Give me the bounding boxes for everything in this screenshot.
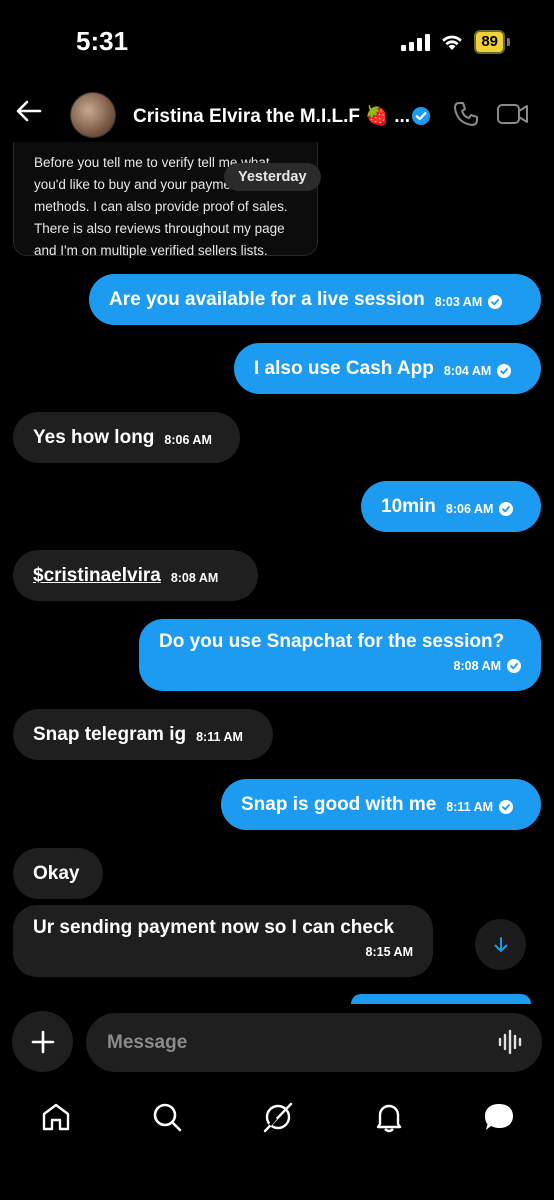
back-arrow-icon[interactable] <box>14 96 44 126</box>
cashtag-link[interactable]: $cristinaelvira <box>33 565 161 587</box>
message-text: Do you use Snapchat for the session? <box>159 631 505 652</box>
messages-icon[interactable] <box>482 1100 516 1134</box>
read-check-icon <box>507 659 521 673</box>
message-text: Snap telegram ig <box>33 723 187 745</box>
message-time: 8:06 AM <box>164 433 212 447</box>
bottom-nav <box>0 1090 554 1146</box>
message-incoming[interactable]: Yes how long 8:06 AM <box>13 412 240 463</box>
plus-icon <box>31 1030 54 1053</box>
status-icons: 89 <box>401 30 510 54</box>
home-icon[interactable] <box>39 1100 73 1134</box>
message-time: 8:08 AM <box>170 571 219 585</box>
read-check-icon <box>488 295 503 309</box>
search-icon[interactable] <box>150 1100 184 1134</box>
message-incoming[interactable]: Okay <box>13 848 103 899</box>
message-text: 10min <box>381 495 436 517</box>
older-message-line: and I'm on multiple verified sellers lis… <box>34 243 268 258</box>
grok-icon[interactable] <box>261 1100 295 1134</box>
read-check-icon <box>499 502 514 516</box>
message-incoming[interactable]: Ur sending payment now so I can check 8:… <box>13 905 433 977</box>
message-outgoing[interactable]: Snap is good with me 8:11 AM <box>221 779 541 830</box>
message-text: Are you available for a live session <box>109 288 425 310</box>
contact-name[interactable]: Cristina Elvira the M.I.L.F 🍓 ... <box>133 104 410 128</box>
message-outgoing[interactable]: Are you available for a live session 8:0… <box>89 274 541 325</box>
chat-header: Cristina Elvira the M.I.L.F 🍓 ... <box>0 82 554 146</box>
older-message-line: methods. I can also provide proof of sal… <box>34 199 288 214</box>
older-message-line: There is also reviews throughout my page <box>34 221 285 236</box>
message-input[interactable] <box>86 1013 542 1072</box>
signal-icon <box>401 33 431 51</box>
message-incoming[interactable]: $cristinaelvira 8:08 AM <box>13 550 258 601</box>
battery-icon: 89 <box>474 30 510 54</box>
wifi-icon <box>442 35 463 50</box>
arrow-down-icon <box>494 936 507 952</box>
message-time: 8:11 AM <box>446 800 494 814</box>
read-check-icon <box>497 364 512 378</box>
read-check-icon <box>499 800 514 814</box>
date-separator: Yesterday <box>224 163 321 191</box>
older-message-bubble: Before you tell me to verify tell me wha… <box>13 142 318 258</box>
message-outgoing[interactable]: I also use Cash App 8:04 AM <box>234 343 541 394</box>
notifications-icon[interactable] <box>372 1100 406 1134</box>
message-text: I also use Cash App <box>254 357 434 379</box>
verified-badge-icon <box>412 107 430 125</box>
message-text: Okay <box>33 862 80 884</box>
video-call-icon[interactable] <box>496 100 530 128</box>
message-time: 8:11 AM <box>196 730 243 744</box>
avatar[interactable] <box>70 92 116 138</box>
message-time: 8:06 AM <box>445 502 494 516</box>
status-bar: 5:31 89 <box>0 0 554 80</box>
message-time: 8:08 AM <box>453 659 501 673</box>
message-text: Ur sending payment now so I can check <box>33 917 395 938</box>
message-outgoing[interactable]: Do you use Snapchat for the session? 8:0… <box>139 619 541 691</box>
message-outgoing-partial <box>351 994 531 1004</box>
message-text: Snap is good with me <box>241 793 437 815</box>
message-outgoing[interactable]: 10min 8:06 AM <box>361 481 541 532</box>
add-attachment-button[interactable] <box>12 1011 73 1072</box>
message-time: 8:04 AM <box>443 364 492 378</box>
message-text: Yes how long <box>33 426 155 448</box>
status-time: 5:31 <box>76 26 129 56</box>
phone-icon[interactable] <box>452 100 480 128</box>
message-time: 8:15 AM <box>365 945 413 959</box>
message-incoming[interactable]: Snap telegram ig 8:11 AM <box>13 709 273 760</box>
message-time: 8:03 AM <box>434 295 483 309</box>
voice-message-icon[interactable] <box>497 1028 525 1056</box>
battery-level: 89 <box>474 30 505 54</box>
scroll-to-bottom-button[interactable] <box>475 919 526 970</box>
